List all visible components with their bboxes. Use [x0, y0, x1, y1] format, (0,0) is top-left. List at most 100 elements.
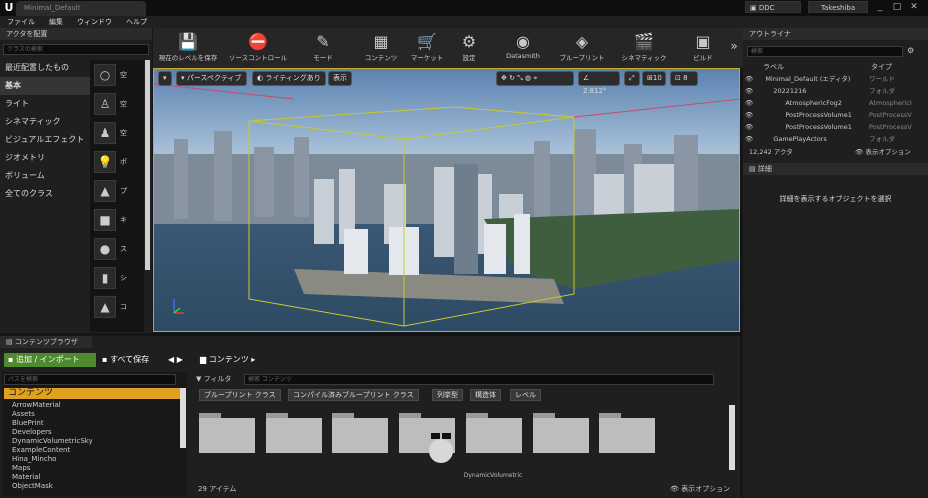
menu-file[interactable]: ファイル: [0, 16, 42, 28]
history-nav-buttons[interactable]: ◀ ▶: [164, 353, 188, 367]
camera-fov-button[interactable]: ∠ 2.812°: [578, 71, 620, 95]
folder-icon[interactable]: [599, 413, 655, 453]
category-lights[interactable]: ライト: [0, 95, 90, 113]
outliner-tab[interactable]: アウトライナ: [743, 28, 928, 40]
outliner-row[interactable]: 👁 20221216 フォルダ: [745, 86, 895, 96]
settings-button[interactable]: ⚙ 設定: [451, 28, 487, 68]
actor-item[interactable]: ♟ 空: [92, 120, 140, 146]
folder-icon[interactable]: [332, 413, 388, 453]
outliner-row[interactable]: 👁 AtmosphericFog2 AtmosphericI: [745, 98, 912, 108]
actor-item[interactable]: ♙ 空: [92, 91, 140, 117]
outliner-row[interactable]: 👁 GamePlayActors フォルダ: [745, 134, 895, 144]
outliner-view-options-button[interactable]: 👁 表示オプション: [855, 146, 911, 156]
visibility-eye-icon[interactable]: 👁: [745, 111, 755, 119]
developers-folder-icon[interactable]: [399, 413, 455, 463]
toolbar-more-button[interactable]: »: [727, 28, 741, 68]
translate-icon[interactable]: ✥: [501, 74, 509, 82]
category-cinematic[interactable]: シネマティック: [0, 113, 90, 131]
save-all-button[interactable]: ▪ すべて保存: [98, 353, 160, 367]
tree-item[interactable]: ObjectMask: [12, 482, 53, 491]
filter-chip-enum[interactable]: 列挙型: [432, 389, 463, 401]
tree-item[interactable]: DynamicVolumetricSky: [12, 437, 93, 446]
outliner-options-icon[interactable]: ⚙: [907, 46, 914, 55]
tree-root-content[interactable]: コンテンツ: [4, 388, 184, 399]
menu-edit[interactable]: 編集: [42, 16, 70, 28]
menu-window[interactable]: ウィンドウ: [70, 16, 119, 28]
filter-button[interactable]: ▼ フィルタ: [196, 374, 231, 384]
outliner-row[interactable]: 👁 Minimal_Default (エディタ) ワールド: [745, 74, 895, 84]
folder-icon[interactable]: [466, 413, 522, 453]
content-browser-tab[interactable]: ▤ コンテンツブラウザ: [0, 336, 92, 348]
grid-snap-button[interactable]: ⊞10: [642, 71, 666, 86]
category-visual-effects[interactable]: ビジュアルエフェクト: [0, 131, 90, 149]
add-import-button[interactable]: ▪ 追加 / インポート: [4, 353, 96, 367]
category-recent[interactable]: 最近配置したもの: [0, 59, 90, 77]
outliner-row[interactable]: 👁 PostProcessVolume1 PostProcessV: [745, 122, 912, 132]
filter-chip-blueprint-class[interactable]: ブループリント クラス: [199, 389, 281, 401]
modes-button[interactable]: ✎ モード: [301, 28, 345, 68]
tree-item[interactable]: Material: [12, 473, 40, 482]
actor-list-scrollbar[interactable]: [145, 60, 150, 270]
visibility-eye-icon[interactable]: 👁: [745, 75, 755, 83]
actor-item[interactable]: 💡 ポ: [92, 149, 140, 175]
outliner-search-input[interactable]: 検索: [747, 46, 903, 57]
actor-item[interactable]: ▲ コ: [92, 294, 140, 320]
maximize-button[interactable]: □: [891, 1, 903, 13]
visibility-eye-icon[interactable]: 👁: [745, 123, 755, 131]
build-button[interactable]: ▣ ビルド: [683, 28, 723, 68]
tree-item[interactable]: Assets: [12, 410, 35, 419]
outliner-row[interactable]: 👁 PostProcessVolume1 PostProcessV: [745, 110, 912, 120]
filter-chip-compiled-blueprint[interactable]: コンパイル済みブループリント クラス: [288, 389, 419, 401]
actor-item[interactable]: ■ キ: [92, 207, 140, 233]
level-viewport[interactable]: ▾ ▾ パースペクティブ ◐ ライティングあり 表示 ✥ ↻ ⤡ ◍ ⌖ ∠ 2…: [153, 68, 740, 332]
category-geometry[interactable]: ジオメトリ: [0, 149, 90, 167]
tree-scrollbar[interactable]: [180, 388, 186, 448]
filter-chip-struct[interactable]: 構造体: [470, 389, 501, 401]
scale-icon[interactable]: ⤡: [517, 74, 525, 82]
actor-item[interactable]: ▮ シ: [92, 265, 140, 291]
maximize-viewport-icon[interactable]: ⤢: [624, 71, 640, 86]
perspective-button[interactable]: ▾ パースペクティブ: [176, 71, 247, 86]
viewport-menu-button[interactable]: ▾: [158, 71, 172, 86]
actor-item[interactable]: ▲ プ: [92, 178, 140, 204]
folder-icon[interactable]: [533, 413, 589, 453]
rotate-icon[interactable]: ↻: [509, 74, 517, 82]
save-level-button[interactable]: 💾 現在のレベルを保存: [157, 28, 219, 68]
show-button[interactable]: 表示: [328, 71, 352, 86]
content-search-input[interactable]: 検索 コンテンツ: [244, 374, 714, 385]
tree-item[interactable]: Hina_Mincho: [12, 455, 56, 464]
place-actors-tab[interactable]: アクタを配置: [0, 28, 152, 40]
content-view-options-button[interactable]: 👁 表示オプション: [670, 484, 730, 494]
details-tab[interactable]: ▤ 詳細: [743, 163, 928, 175]
lighting-mode-button[interactable]: ◐ ライティングあり: [252, 71, 326, 86]
datasmith-button[interactable]: ◉ Datasmith: [499, 28, 547, 68]
path-breadcrumb[interactable]: ▆ コンテンツ ▸: [196, 353, 276, 367]
content-scrollbar[interactable]: [729, 405, 735, 470]
level-tab[interactable]: Minimal_Default: [16, 1, 146, 16]
category-volumes[interactable]: ボリューム: [0, 167, 90, 185]
actor-item[interactable]: ○ 空: [92, 62, 140, 88]
category-all-classes[interactable]: 全てのクラス: [0, 185, 90, 203]
minimize-button[interactable]: _: [874, 1, 886, 13]
menu-help[interactable]: ヘルプ: [119, 16, 154, 28]
class-search-input[interactable]: クラスの検索: [3, 44, 149, 55]
blueprint-button[interactable]: ◈ ブループリント: [555, 28, 609, 68]
source-control-button[interactable]: ⛔ ソースコントロール: [225, 28, 291, 68]
filter-chip-level[interactable]: レベル: [510, 389, 541, 401]
visibility-eye-icon[interactable]: 👁: [745, 99, 755, 107]
tree-item[interactable]: ArrowMaterial: [12, 401, 61, 410]
tree-item[interactable]: BluePrint: [12, 419, 44, 428]
actor-item[interactable]: ● ス: [92, 236, 140, 262]
ddc-button[interactable]: ▣ DDC: [745, 1, 801, 13]
surface-snap-icon[interactable]: ⌖: [533, 74, 537, 82]
cinematics-button[interactable]: 🎬 シネマティック: [615, 28, 673, 68]
folder-icon[interactable]: [266, 413, 322, 453]
marketplace-button[interactable]: 🛒 マーケット: [405, 28, 449, 68]
content-button[interactable]: ▦ コンテンツ: [357, 28, 405, 68]
tree-item[interactable]: Developers: [12, 428, 52, 437]
path-search-input[interactable]: パスを検索: [4, 374, 176, 385]
column-type-header[interactable]: タイプ: [871, 62, 892, 72]
camera-speed-button[interactable]: ⊡ 8: [670, 71, 698, 86]
tree-item[interactable]: ExampleContent: [12, 446, 70, 455]
column-label-header[interactable]: ラベル: [763, 62, 784, 72]
